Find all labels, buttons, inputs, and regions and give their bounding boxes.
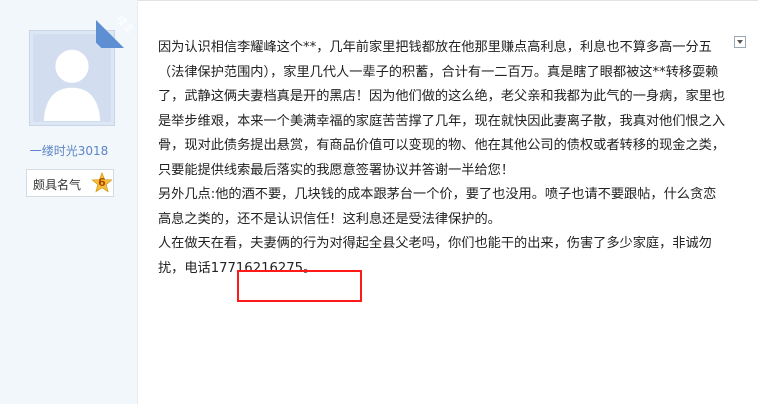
post-paragraph: 因为认识相信李耀峰这个**，几年前家里把钱都放在他那里赚点高利息，利息也不算多高… <box>158 40 726 178</box>
author-sidebar: 楼主 一缕时光3018 颇具名气 6 <box>0 0 138 404</box>
post-paragraph: 另外几点:他的酒不要，几块钱的成本跟茅台一个价，要了也没用。喷子也请不要跟帖，什… <box>158 187 717 227</box>
star-icon: 6 <box>91 171 113 194</box>
reputation-label: 颇具名气 <box>33 178 82 192</box>
chevron-down-icon[interactable] <box>734 36 746 48</box>
op-badge-label: 楼主 <box>113 13 136 36</box>
post-content: 因为认识相信李耀峰这个**，几年前家里把钱都放在他那里赚点高利息，利息也不算多高… <box>158 36 726 281</box>
reputation-level: 6 <box>98 176 106 189</box>
author-username[interactable]: 一缕时光3018 <box>0 142 138 159</box>
reputation-box: 颇具名气 6 <box>26 169 114 197</box>
post-paragraph: 人在做天在看，夫妻俩的行为对得起全县父老吗，你们也能干的出来，伤害了多少家庭，非… <box>158 236 712 276</box>
op-ribbon: 楼主 <box>96 6 138 48</box>
